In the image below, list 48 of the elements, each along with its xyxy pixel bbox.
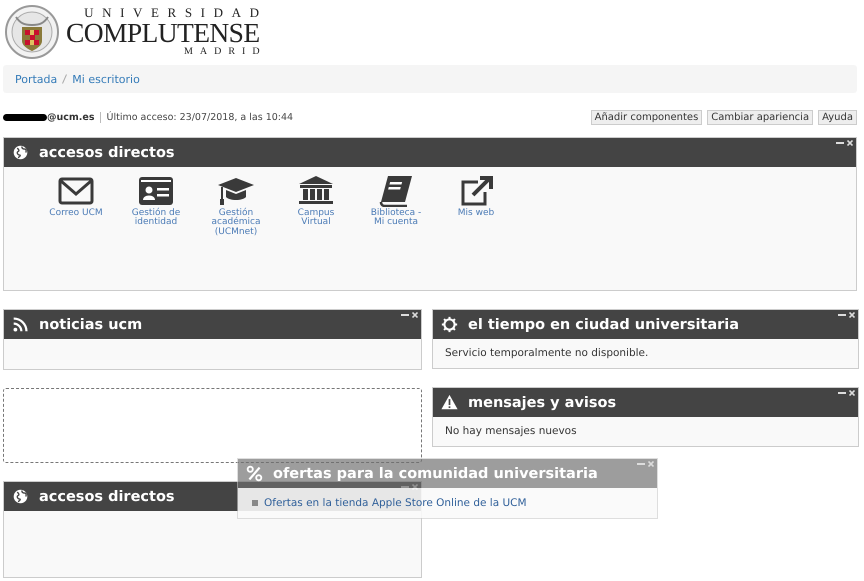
dragged-widget[interactable]: ofertas para la comunidad universitaria Ofertas en la tienda Apple Store Online de la UCM — [237, 458, 658, 519]
columned-building-icon — [297, 175, 335, 207]
last-access-text: Último acceso: 23/07/2018, a las 10:44 — [106, 112, 294, 122]
bullet-icon — [252, 500, 258, 506]
shortcut-link[interactable]: Correo UCM — [36, 175, 116, 290]
redaction-mark — [3, 114, 47, 120]
breadcrumb-link[interactable]: Portada — [15, 72, 58, 86]
breadcrumb-separator — [62, 74, 68, 84]
globe-icon — [12, 144, 29, 161]
widget-title: noticias ucm — [39, 316, 142, 332]
toolbar-button[interactable]: Ayuda — [818, 110, 857, 124]
toolbar-button[interactable]: Cambiar apariencia — [707, 110, 814, 124]
widget-message: No hay mensajes nuevos — [445, 425, 577, 437]
close-icon[interactable] — [849, 312, 855, 318]
shortcut-link[interactable]: Gestión de identidad — [116, 175, 196, 290]
university-name: COMPLUTENSE — [66, 19, 260, 47]
shortcut-link[interactable]: Gestión académica (UCMnet) — [196, 175, 276, 290]
book-icon — [377, 175, 415, 207]
widget-title: ofertas para la comunidad universitaria — [273, 466, 598, 482]
city-name: MADRID — [184, 46, 267, 57]
minimize-icon[interactable] — [401, 312, 409, 318]
globe-icon — [12, 488, 29, 505]
warning-icon — [441, 394, 458, 411]
breadcrumb-link[interactable]: Mi escritorio — [72, 72, 140, 86]
id-card-icon — [137, 175, 175, 207]
minimize-icon[interactable] — [836, 140, 844, 146]
minimize-icon[interactable] — [838, 390, 846, 396]
gear-icon — [441, 316, 458, 333]
graduation-cap-icon — [217, 175, 255, 207]
close-icon[interactable] — [847, 140, 853, 146]
minimize-icon[interactable] — [401, 484, 409, 490]
rss-icon — [12, 316, 29, 333]
close-icon[interactable] — [412, 312, 418, 318]
seal-drawing — [4, 2, 60, 60]
widget-title: accesos directos — [39, 488, 175, 504]
shortcut-link[interactable]: Mis web — [436, 175, 516, 290]
widget-message: Servicio temporalmente no disponible. — [445, 347, 648, 359]
shortcut-link[interactable]: Biblioteca - Mi cuenta — [356, 175, 436, 290]
widget-title: el tiempo en ciudad universitaria — [468, 316, 740, 332]
close-icon[interactable] — [849, 390, 855, 396]
widget-title: accesos directos — [39, 144, 175, 160]
toolbar-button[interactable]: Añadir componentes — [590, 110, 702, 124]
widget-title: mensajes y avisos — [468, 394, 616, 410]
shortcut-link[interactable]: Campus Virtual — [276, 175, 356, 290]
university-name-line: UNIVERSIDAD — [84, 6, 268, 20]
envelope-icon — [57, 175, 95, 207]
user-email: @ucm.es — [47, 112, 100, 122]
minimize-icon[interactable] — [838, 312, 846, 318]
